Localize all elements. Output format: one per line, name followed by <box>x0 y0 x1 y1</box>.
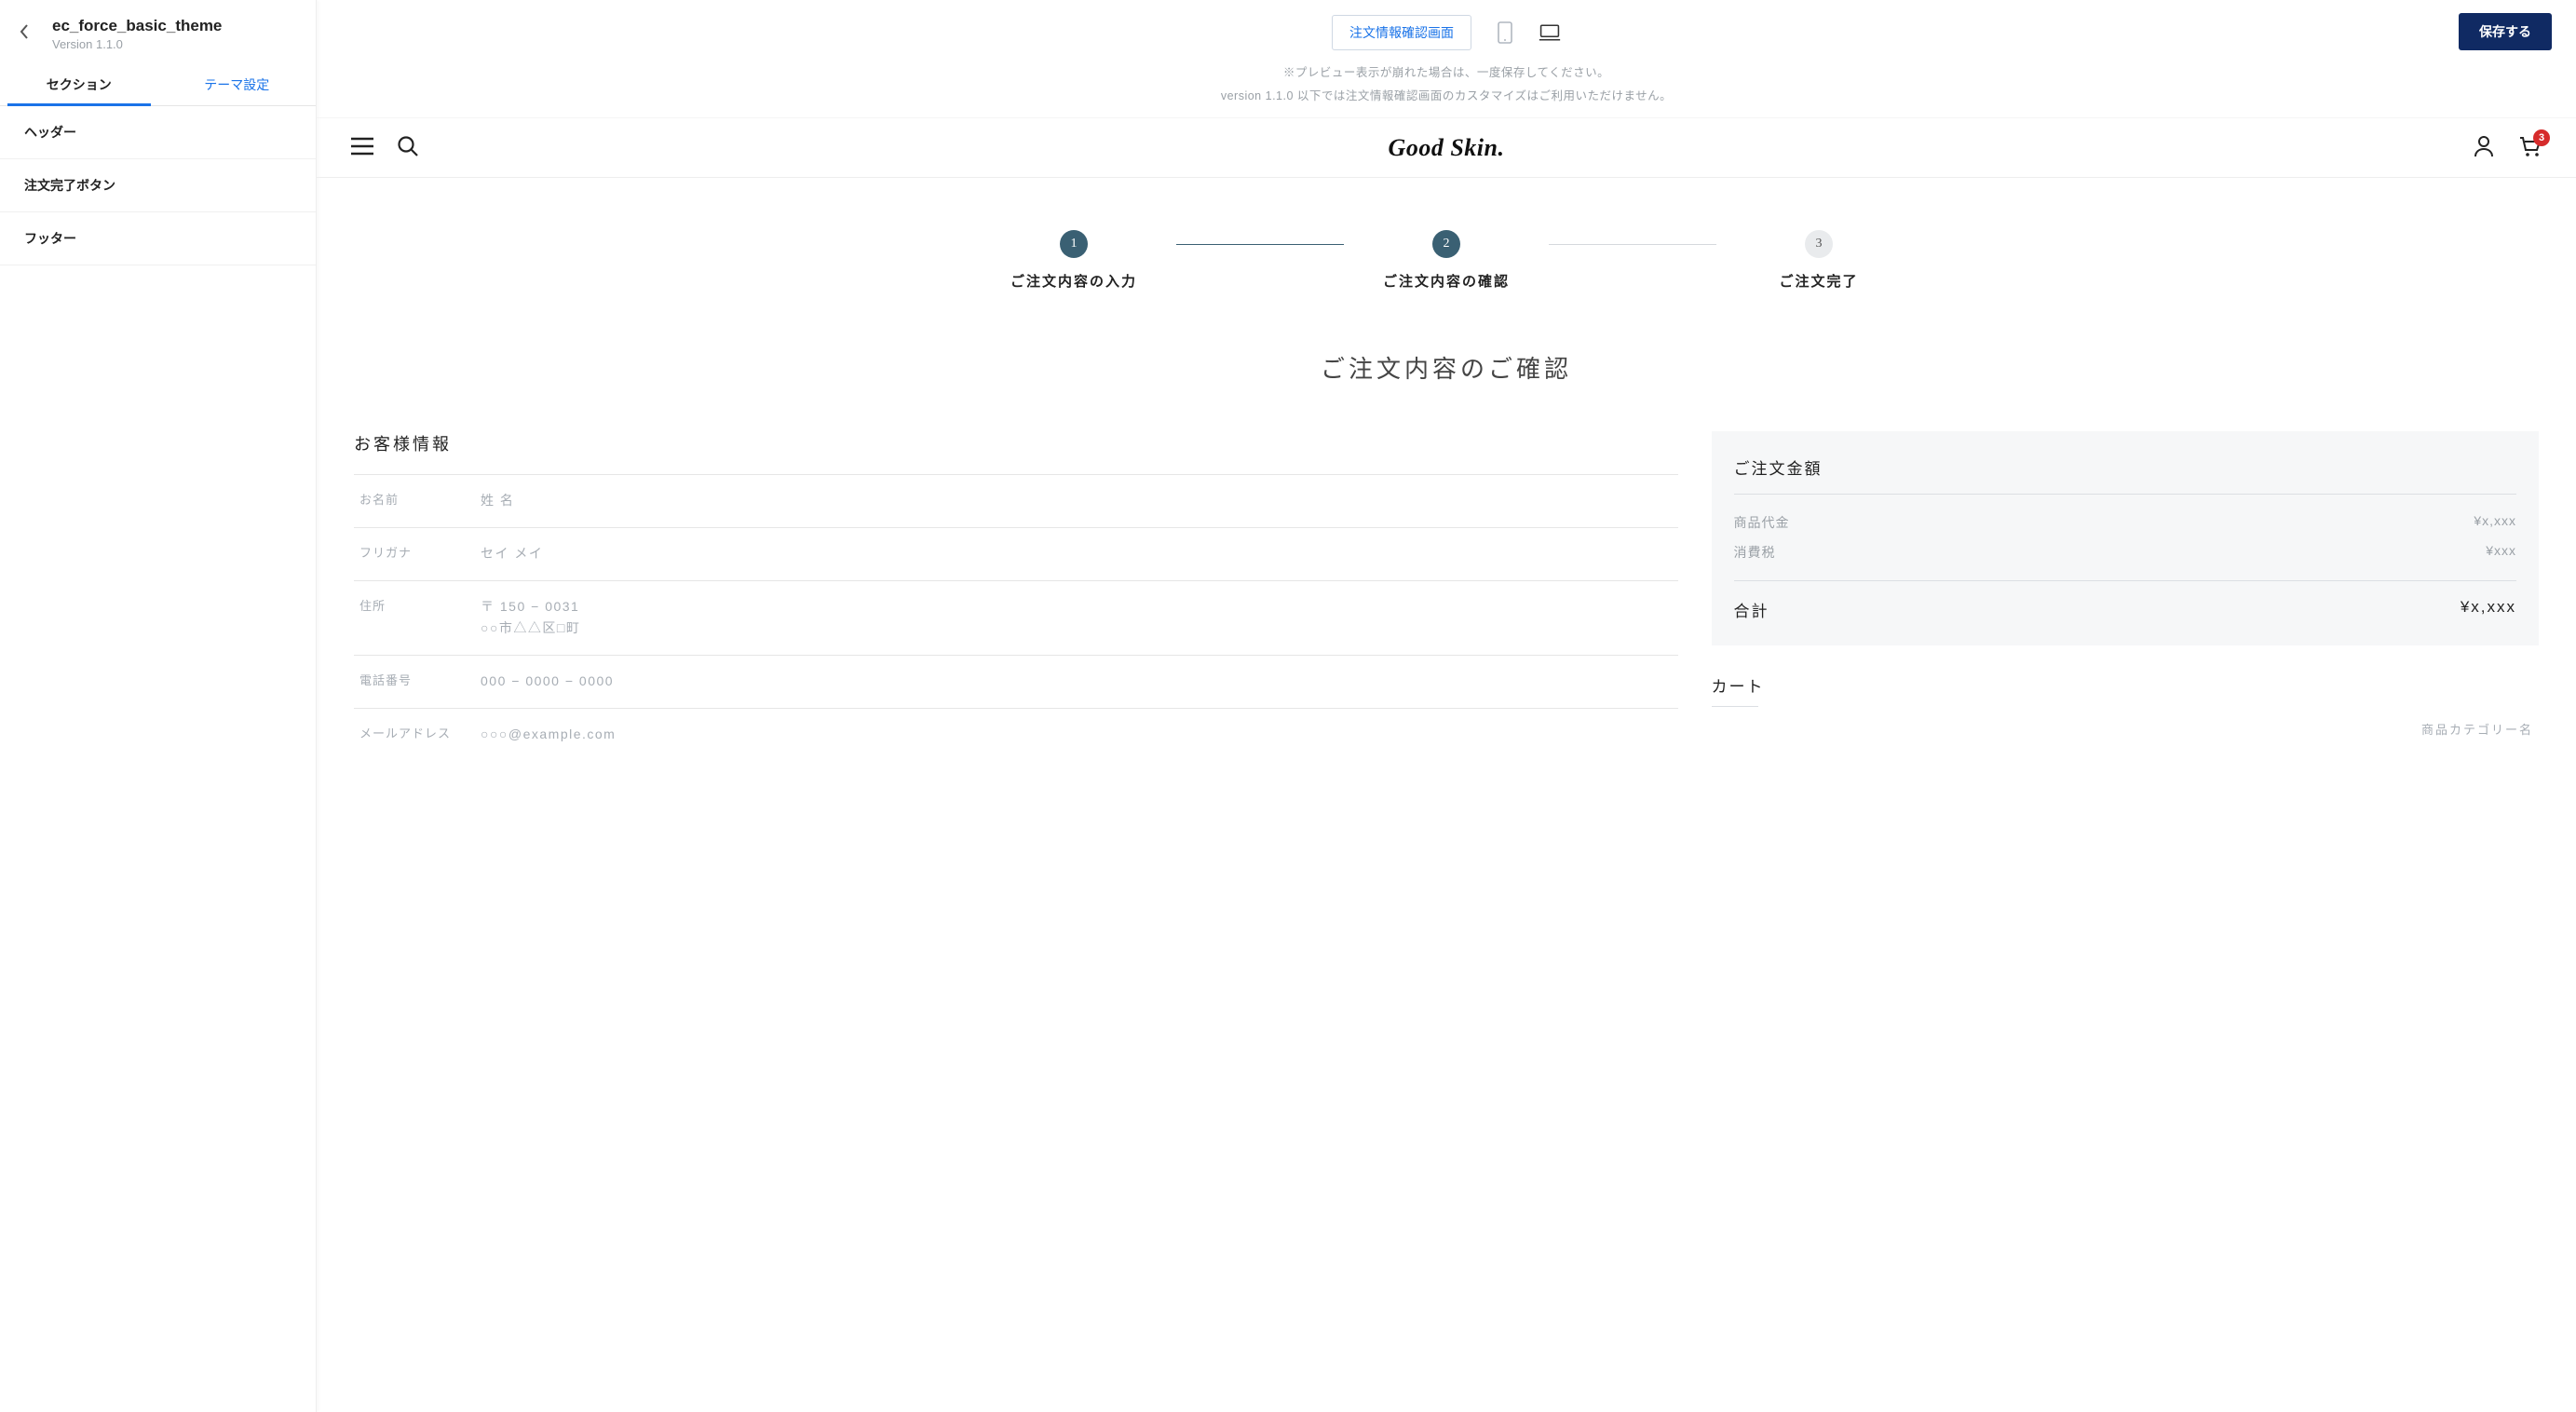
search-icon <box>397 135 419 157</box>
step-3-label: ご注文完了 <box>1779 271 1858 291</box>
cart-count-badge: 3 <box>2533 129 2550 146</box>
row-value: セイ メイ <box>481 543 543 565</box>
theme-name: ec_force_basic_theme <box>52 17 222 35</box>
section-item-header[interactable]: ヘッダー <box>0 106 316 159</box>
step-1: 1 ご注文内容の入力 <box>971 230 1176 291</box>
page-title: ご注文内容のご確認 <box>317 313 2576 431</box>
desktop-icon <box>1539 22 1561 43</box>
summary-row-value: ¥xxx <box>2486 543 2516 562</box>
checkout-steps: 1 ご注文内容の入力 2 ご注文内容の確認 3 ご注文完了 <box>317 178 2576 313</box>
row-label: メールアドレス <box>359 724 481 746</box>
preview-pane: Good Skin. 3 1 ご注文内容の入力 <box>317 117 2576 1412</box>
table-row: 住所 〒 150 − 0031 ○○市△△区□町 <box>354 581 1678 657</box>
table-row: フリガナ セイ メイ <box>354 528 1678 581</box>
step-3: 3 ご注文完了 <box>1716 230 1921 291</box>
notice-line-1: ※プレビュー表示が崩れた場合は、一度保存してください。 <box>317 61 2576 85</box>
editor-topbar: 注文情報確認画面 保存する <box>317 0 2576 56</box>
desktop-preview-button[interactable] <box>1539 20 1561 46</box>
step-1-label: ご注文内容の入力 <box>1010 271 1137 291</box>
search-button[interactable] <box>397 135 419 160</box>
step-connector-1 <box>1176 244 1344 245</box>
shop-header: Good Skin. 3 <box>317 118 2576 178</box>
order-summary: ご注文金額 商品代金 ¥x,xxx 消費税 ¥xxx 合計 ¥x,xxx <box>1712 431 2539 645</box>
row-label: 住所 <box>359 596 481 641</box>
row-label: フリガナ <box>359 543 481 565</box>
step-connector-2 <box>1549 244 1716 245</box>
step-1-number: 1 <box>1060 230 1088 258</box>
table-row: 電話番号 000 − 0000 − 0000 <box>354 656 1678 709</box>
customer-info-table: お名前 姓 名 フリガナ セイ メイ 住所 〒 150 − 0031 ○○市△△… <box>354 474 1678 761</box>
step-3-number: 3 <box>1805 230 1833 258</box>
summary-row-label: 商品代金 <box>1734 513 1790 532</box>
table-row: お名前 姓 名 <box>354 474 1678 528</box>
save-button[interactable]: 保存する <box>2459 13 2552 50</box>
cart-category-label: 商品カテゴリー名 <box>1712 720 2539 738</box>
step-2-number: 2 <box>1432 230 1460 258</box>
hamburger-icon <box>350 137 374 156</box>
row-value: ○○○@example.com <box>481 724 616 746</box>
menu-button[interactable] <box>350 137 374 158</box>
back-button[interactable] <box>11 19 37 45</box>
summary-row-value: ¥x,xxx <box>2474 513 2516 532</box>
customer-info-title: お客様情報 <box>354 431 1678 455</box>
summary-row: 消費税 ¥xxx <box>1734 537 2516 567</box>
summary-title: ご注文金額 <box>1734 455 2516 495</box>
row-label: お名前 <box>359 490 481 512</box>
cart-button[interactable]: 3 <box>2518 135 2542 160</box>
shop-logo[interactable]: Good Skin. <box>1389 134 1505 162</box>
summary-row: 商品代金 ¥x,xxx <box>1734 508 2516 537</box>
cart-title: カート <box>1712 673 2539 706</box>
mobile-icon <box>1498 21 1512 44</box>
view-selector[interactable]: 注文情報確認画面 <box>1332 15 1471 50</box>
summary-total-value: ¥x,xxx <box>2461 598 2516 621</box>
summary-total: 合計 ¥x,xxx <box>1734 580 2516 621</box>
summary-row-label: 消費税 <box>1734 543 1776 562</box>
section-item-complete-button[interactable]: 注文完了ボタン <box>0 159 316 212</box>
row-value: 000 − 0000 − 0000 <box>481 671 614 693</box>
user-icon <box>2474 135 2494 157</box>
summary-total-label: 合計 <box>1734 598 1769 621</box>
cart-divider <box>1712 706 1758 707</box>
step-2-label: ご注文内容の確認 <box>1383 271 1510 291</box>
step-2: 2 ご注文内容の確認 <box>1344 230 1549 291</box>
theme-version: Version 1.1.0 <box>52 37 222 51</box>
table-row: メールアドレス ○○○@example.com <box>354 709 1678 761</box>
tab-theme-settings[interactable]: テーマ設定 <box>158 62 317 105</box>
section-item-footer[interactable]: フッター <box>0 212 316 265</box>
row-value: 姓 名 <box>481 490 514 512</box>
tab-sections[interactable]: セクション <box>0 62 158 105</box>
mobile-preview-button[interactable] <box>1494 20 1516 46</box>
notice-line-2: version 1.1.0 以下では注文情報確認画面のカスタマイズはご利用いただ… <box>317 85 2576 108</box>
editor-sidebar: ec_force_basic_theme Version 1.1.0 セクション… <box>0 0 317 1412</box>
account-button[interactable] <box>2474 135 2494 160</box>
row-label: 電話番号 <box>359 671 481 693</box>
row-value: 〒 150 − 0031 ○○市△△区□町 <box>481 596 580 641</box>
preview-notice: ※プレビュー表示が崩れた場合は、一度保存してください。 version 1.1.… <box>317 56 2576 117</box>
chevron-left-icon <box>20 24 29 39</box>
